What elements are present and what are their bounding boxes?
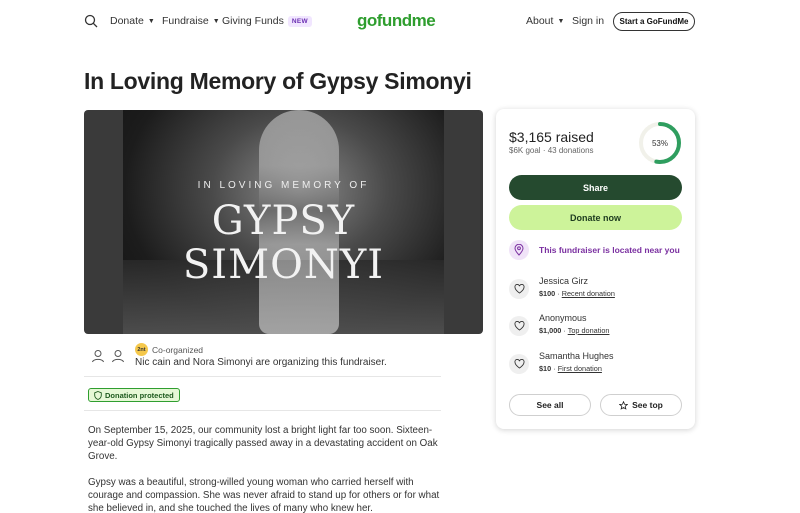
hero-name-last: SIMONYI (182, 242, 385, 288)
donation-heart-icon (509, 279, 529, 299)
star-icon (619, 400, 629, 410)
sign-in-link[interactable]: Sign in (572, 15, 604, 27)
donor-meta: $10 · First donation (539, 364, 614, 373)
location-pin-icon (509, 240, 529, 260)
co-organized-label: Co-organized (152, 344, 204, 355)
hero-name-first: GYPSY (211, 198, 356, 244)
co-organizer-badge: 2nt (135, 343, 148, 356)
donor-name: Anonymous (539, 313, 587, 323)
goal-summary: $6K goal · 43 donations (509, 146, 594, 155)
donor-amount: $10 (539, 364, 552, 373)
donor-meta: $1,000 · Top donation (539, 326, 609, 335)
donation-heart-icon (509, 354, 529, 374)
donor-meta: $100 · Recent donation (539, 289, 615, 298)
donor-type-link[interactable]: First donation (558, 364, 602, 373)
donate-menu[interactable]: Donate ▼ (110, 15, 155, 27)
donation-heart-icon (509, 316, 529, 336)
about-menu[interactable]: About ▼ (526, 15, 564, 27)
location-notice-text: This fundraiser is located near you (539, 245, 680, 255)
fundraise-menu[interactable]: Fundraise ▼ (162, 15, 220, 27)
donor-item: Samantha Hughes $10 · First donation (509, 351, 614, 374)
amount-raised: $3,165 raised (509, 129, 594, 145)
donor-type-link[interactable]: Top donation (568, 326, 610, 335)
donate-menu-label: Donate (110, 15, 144, 27)
donate-now-button[interactable]: Donate now (509, 205, 682, 230)
share-button[interactable]: Share (509, 175, 682, 200)
location-notice: This fundraiser is located near you (509, 240, 680, 260)
progress-percent: 53% (651, 138, 668, 148)
organizer-avatars (90, 348, 126, 364)
goal-separator: · (542, 146, 546, 155)
see-top-button[interactable]: See top (600, 394, 682, 416)
donation-protected-label: Donation protected (105, 390, 174, 400)
donor-type-link[interactable]: Recent donation (562, 289, 615, 298)
story-paragraph: Gypsy was a beautiful, strong-willed you… (88, 477, 440, 513)
donor-name: Samantha Hughes (539, 351, 614, 361)
fundraise-menu-label: Fundraise (162, 15, 209, 27)
hero-image: IN LOVING MEMORY OF GYPSY SIMONYI (84, 110, 483, 334)
giving-funds-link[interactable]: Giving Funds NEW (222, 15, 312, 27)
see-top-label: See top (632, 400, 663, 410)
donor-amount: $1,000 (539, 326, 562, 335)
see-all-button[interactable]: See all (509, 394, 591, 416)
donor-amount: $100 (539, 289, 556, 298)
shield-icon (94, 390, 102, 400)
chevron-down-icon: ▼ (147, 17, 155, 25)
donation-card: $3,165 raised $6K goal · 43 donations 53… (496, 109, 695, 429)
start-gofundme-button[interactable]: Start a GoFundMe (613, 12, 695, 31)
donation-protected-badge[interactable]: Donation protected (88, 388, 180, 402)
giving-funds-label: Giving Funds (222, 15, 284, 27)
person-icon (92, 350, 104, 363)
story-paragraph: On September 15, 2025, our community los… (88, 425, 438, 462)
story-text: On September 15, 2025, our community los… (88, 424, 448, 513)
hero-memory-text: IN LOVING MEMORY OF (197, 180, 370, 191)
gofundme-logo[interactable]: gofundme (357, 11, 436, 31)
page-title: In Loving Memory of Gypsy Simonyi (84, 68, 472, 94)
person-icon (112, 350, 124, 363)
donor-item: Anonymous $1,000 · Top donation (509, 313, 609, 336)
donor-item: Jessica Girz $100 · Recent donation (509, 276, 615, 299)
about-menu-label: About (526, 15, 554, 27)
chevron-down-icon: ▼ (557, 17, 565, 25)
organizer-text: Nic cain and Nora Simonyi are organizing… (135, 357, 387, 368)
chevron-down-icon: ▼ (212, 17, 220, 25)
divider (84, 410, 441, 411)
goal-amount: $6K goal (509, 146, 541, 155)
search-icon[interactable] (84, 14, 98, 28)
donation-count: 43 donations (547, 146, 594, 155)
top-nav: Donate ▼ Fundraise ▼ Giving Funds NEW go… (0, 0, 800, 44)
co-organized-row: 2nt Co-organized (135, 343, 203, 356)
divider (84, 376, 441, 377)
new-badge: NEW (287, 15, 312, 27)
donor-name: Jessica Girz (539, 276, 589, 286)
